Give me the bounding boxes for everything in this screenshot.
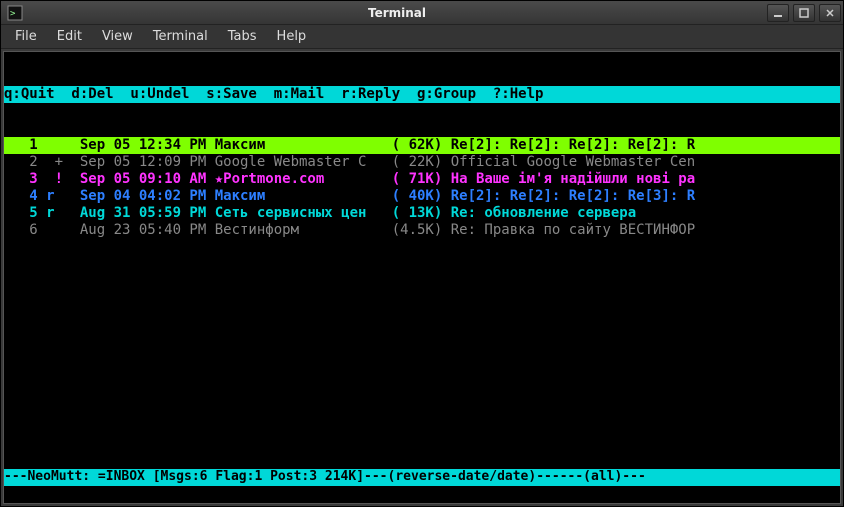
message-row[interactable]: 4 r Sep 04 04:02 PM Максим ( 40K) Re[2]:… xyxy=(4,188,840,205)
message-row[interactable]: 1 Sep 05 12:34 PM Максим ( 62K) Re[2]: R… xyxy=(4,137,840,154)
menubar: File Edit View Terminal Tabs Help xyxy=(1,25,843,49)
menu-view[interactable]: View xyxy=(92,27,143,46)
maximize-button[interactable] xyxy=(793,4,815,22)
menu-file[interactable]: File xyxy=(5,27,47,46)
close-button[interactable] xyxy=(819,4,841,22)
window-title: Terminal xyxy=(29,6,765,20)
menu-terminal[interactable]: Terminal xyxy=(143,27,218,46)
message-row[interactable]: 6 Aug 23 05:40 PM Вестинформ (4.5K) Re: … xyxy=(4,222,840,239)
terminal-viewport[interactable]: q:Quit d:Del u:Undel s:Save m:Mail r:Rep… xyxy=(3,51,841,504)
menu-help[interactable]: Help xyxy=(267,27,317,46)
message-row[interactable]: 2 + Sep 05 12:09 PM Google Webmaster C (… xyxy=(4,154,840,171)
prompt-line xyxy=(4,486,840,503)
menu-edit[interactable]: Edit xyxy=(47,27,92,46)
titlebar: > Terminal xyxy=(1,1,843,25)
terminal-content: q:Quit d:Del u:Undel s:Save m:Mail r:Rep… xyxy=(4,52,840,273)
minimize-button[interactable] xyxy=(767,4,789,22)
terminal-window: > Terminal File Edit View Terminal Tabs … xyxy=(0,0,844,507)
menu-tabs[interactable]: Tabs xyxy=(218,27,267,46)
svg-text:>: > xyxy=(10,9,16,19)
status-bar: ---NeoMutt: =INBOX [Msgs:6 Flag:1 Post:3… xyxy=(4,469,840,486)
message-row[interactable]: 5 r Aug 31 05:59 PM Сеть сервисных цен (… xyxy=(4,205,840,222)
app-icon: > xyxy=(7,5,23,21)
message-list: 1 Sep 05 12:34 PM Максим ( 62K) Re[2]: R… xyxy=(4,137,840,239)
message-row[interactable]: 3 ! Sep 05 09:10 AM ★Portmone.com ( 71K)… xyxy=(4,171,840,188)
help-bar: q:Quit d:Del u:Undel s:Save m:Mail r:Rep… xyxy=(4,86,840,103)
